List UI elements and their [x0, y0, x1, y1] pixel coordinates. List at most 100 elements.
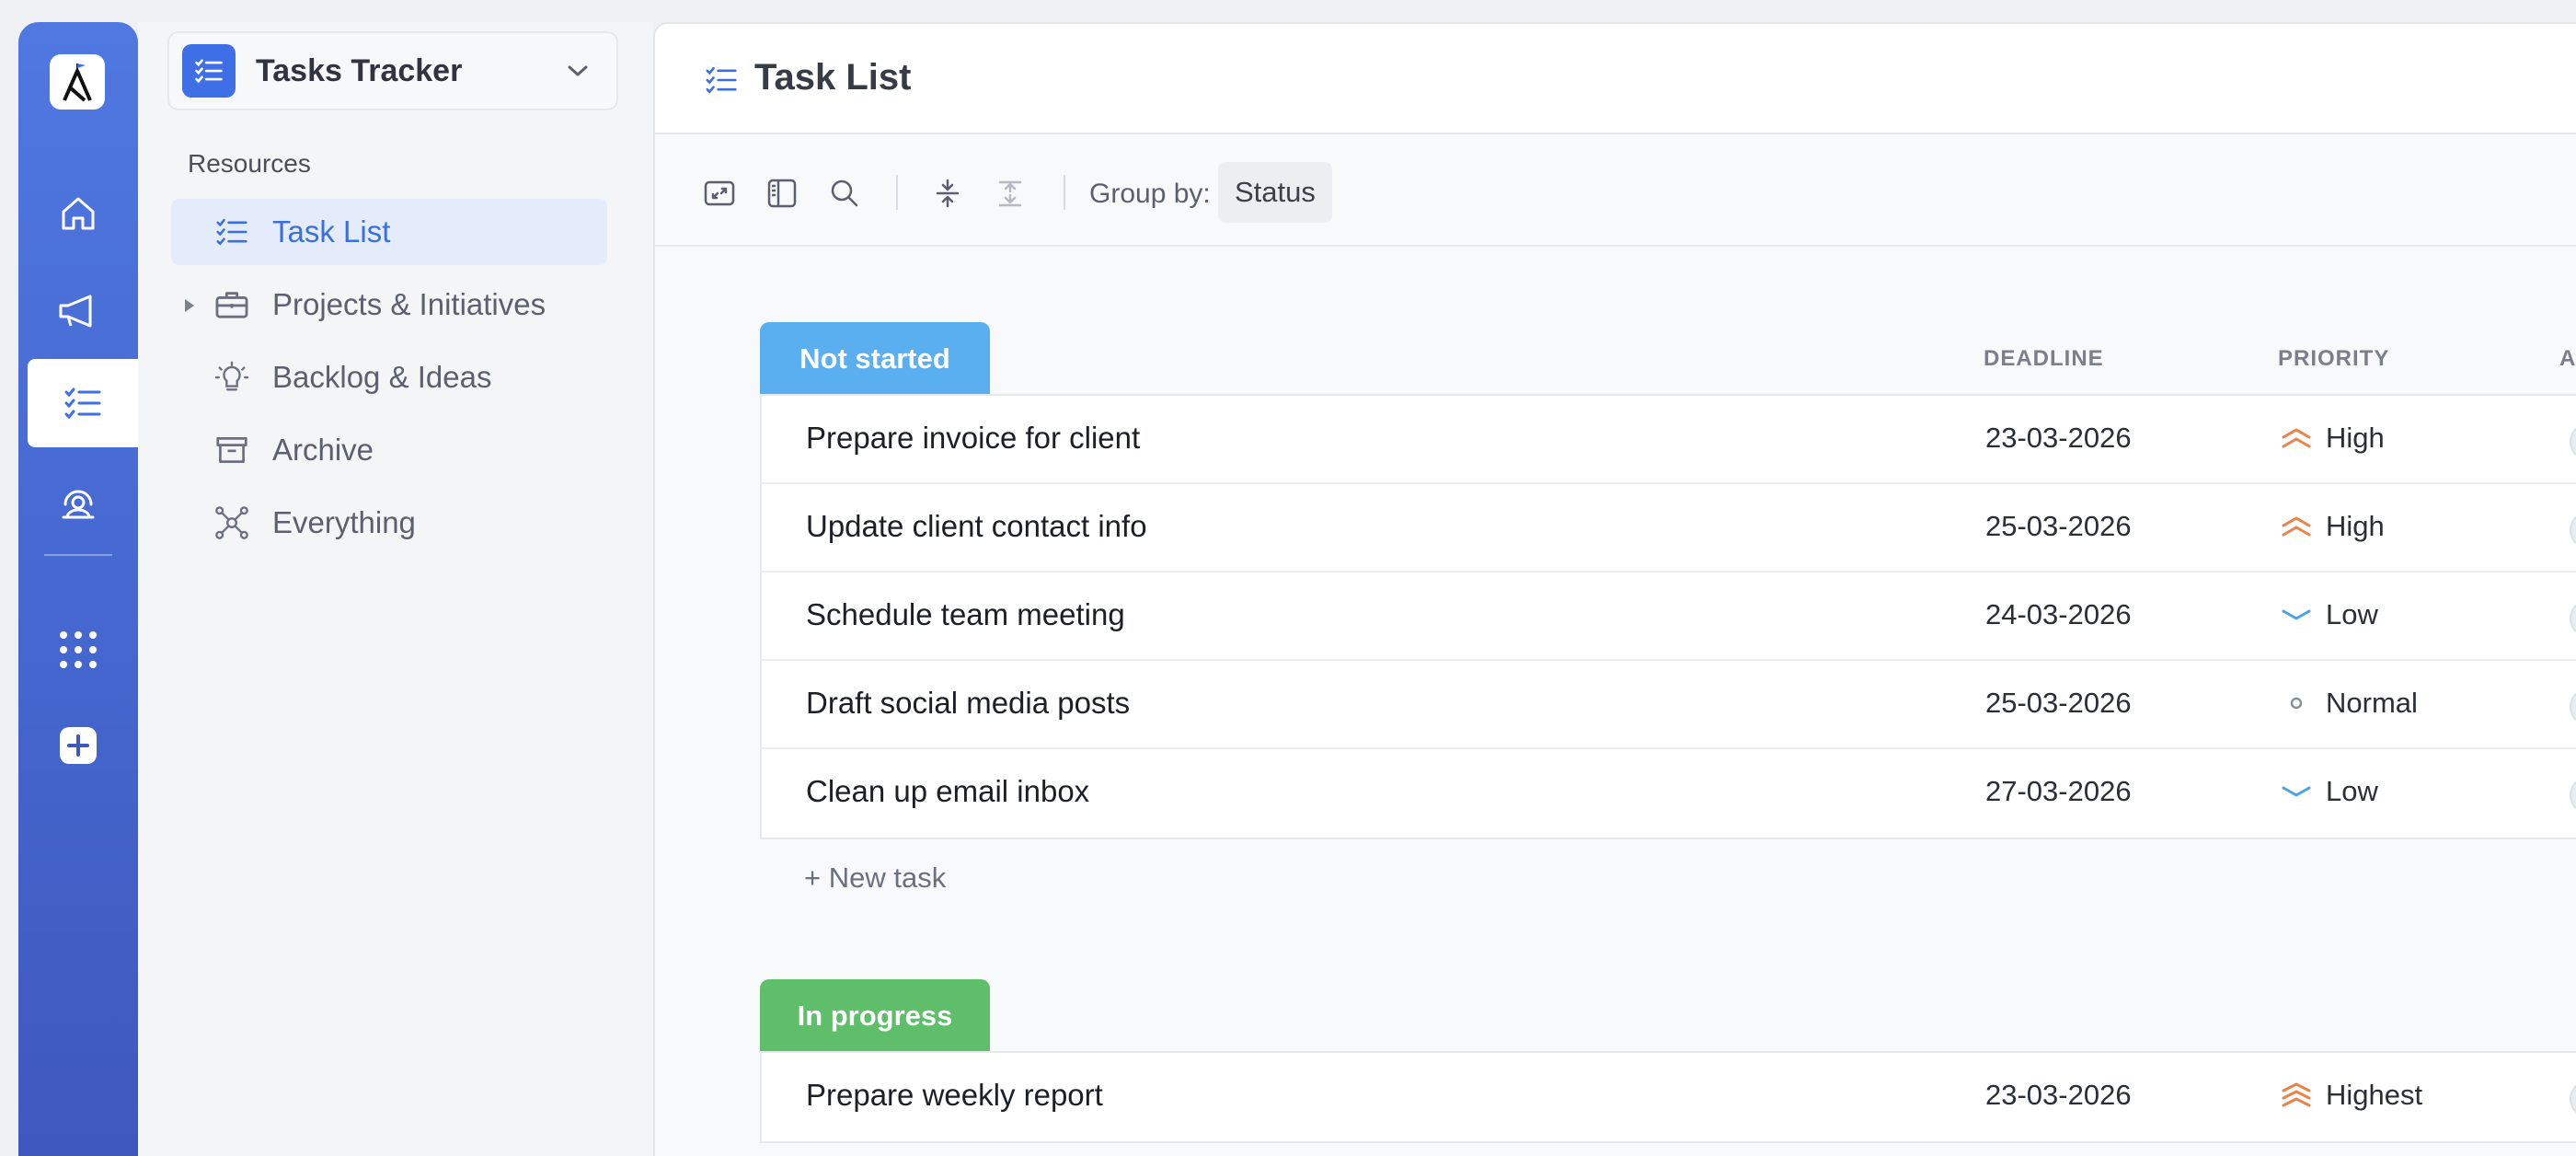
- task-priority[interactable]: Normal: [2280, 687, 2418, 720]
- table-row[interactable]: Draft social media posts 25-03-2026 Norm…: [762, 661, 2576, 749]
- task-priority[interactable]: High: [2280, 510, 2385, 543]
- group-tag-in-progress[interactable]: In progress: [760, 979, 990, 1053]
- rail-tasks-button[interactable]: [28, 359, 138, 447]
- sidebar-item-label: Everything: [272, 505, 416, 539]
- rail-apps-button[interactable]: [18, 606, 138, 694]
- task-deadline[interactable]: 24-03-2026: [1985, 598, 2132, 631]
- priority-label: High: [2326, 510, 2385, 542]
- table-row[interactable]: Prepare weekly report 23-03-2026 Highest: [762, 1053, 2576, 1141]
- task-list-icon: [195, 59, 223, 84]
- task-deadline[interactable]: 23-03-2026: [1985, 422, 2132, 455]
- task-priority[interactable]: Low: [2280, 598, 2378, 631]
- toggle-panel-button[interactable]: [762, 173, 802, 214]
- priority-highest-icon: [2280, 1081, 2313, 1109]
- task-priority[interactable]: High: [2280, 422, 2385, 455]
- priority-normal-icon: [2280, 689, 2313, 717]
- expand-caret-icon[interactable]: [182, 287, 199, 322]
- sidebar: Tasks Tracker Resources Task List Projec…: [138, 22, 653, 1156]
- headset-icon: [62, 490, 95, 519]
- task-name[interactable]: Update client contact info: [806, 509, 1147, 544]
- archive-icon: [212, 430, 252, 470]
- avatar[interactable]: [2570, 600, 2576, 637]
- toolbar: Group by: Status: [655, 136, 2576, 247]
- priority-low-icon: [2280, 778, 2313, 805]
- megaphone-icon: [59, 295, 92, 328]
- collapse-all-button[interactable]: [927, 173, 968, 214]
- priority-label: High: [2326, 422, 2385, 454]
- sidebar-item-backlog[interactable]: Backlog & Ideas: [171, 344, 607, 410]
- workspace-switcher[interactable]: Tasks Tracker: [167, 31, 618, 110]
- task-table-in-progress: Prepare weekly report 23-03-2026 Highest: [760, 1051, 2576, 1143]
- app-window: Tasks Tracker Resources Task List Projec…: [0, 0, 2576, 1156]
- sidebar-item-label: Backlog & Ideas: [272, 360, 492, 394]
- task-deadline[interactable]: 25-03-2026: [1985, 687, 2132, 720]
- sidebar-panel-icon: [767, 179, 797, 208]
- sidebar-item-label: Projects & Initiatives: [272, 287, 546, 321]
- briefcase-icon: [212, 284, 252, 325]
- graph-icon: [212, 503, 252, 543]
- rail-announcements-button[interactable]: [18, 267, 138, 355]
- avatar[interactable]: [2570, 688, 2576, 725]
- priority-label: Normal: [2326, 687, 2418, 719]
- task-list-icon: [64, 387, 101, 420]
- rail-support-button[interactable]: [18, 458, 138, 547]
- group-tag-not-started[interactable]: Not started: [760, 322, 990, 396]
- avatar[interactable]: [2570, 512, 2576, 549]
- avatar[interactable]: [2570, 1081, 2576, 1117]
- column-header-assignee[interactable]: A: [2559, 346, 2576, 372]
- main-content: Task List Group by: Status Not started D…: [653, 22, 2576, 1156]
- task-list-icon: [212, 212, 252, 252]
- table-row[interactable]: Prepare invoice for client 23-03-2026 Hi…: [762, 396, 2576, 484]
- table-row[interactable]: Update client contact info 25-03-2026 Hi…: [762, 484, 2576, 572]
- task-name[interactable]: Prepare invoice for client: [806, 421, 1140, 456]
- task-name[interactable]: Prepare weekly report: [806, 1078, 1103, 1113]
- page-header: Task List: [655, 24, 2576, 134]
- task-deadline[interactable]: 23-03-2026: [1985, 1079, 2132, 1112]
- task-name[interactable]: Schedule team meeting: [806, 597, 1125, 632]
- sidebar-item-archive[interactable]: Archive: [171, 417, 607, 483]
- task-name[interactable]: Draft social media posts: [806, 686, 1130, 721]
- home-icon: [62, 197, 95, 230]
- sidebar-item-label: Archive: [272, 433, 374, 467]
- expand-view-button[interactable]: [699, 173, 740, 214]
- group-by-label: Group by:: [1089, 179, 1211, 209]
- task-deadline[interactable]: 25-03-2026: [1985, 510, 2132, 543]
- task-name[interactable]: Clean up email inbox: [806, 774, 1089, 809]
- task-priority[interactable]: Highest: [2280, 1079, 2422, 1112]
- expand-all-icon: [998, 180, 1022, 207]
- search-button[interactable]: [824, 173, 865, 214]
- rail-add-button[interactable]: [18, 701, 138, 790]
- group-by-select[interactable]: Status: [1218, 162, 1332, 223]
- task-priority[interactable]: Low: [2280, 775, 2378, 808]
- logo-icon: [63, 64, 92, 102]
- priority-label: Highest: [2326, 1079, 2423, 1111]
- collapse-icon: [936, 179, 960, 208]
- sidebar-item-label: Task List: [272, 214, 391, 249]
- table-row[interactable]: Schedule team meeting 24-03-2026 Low: [762, 572, 2576, 661]
- avatar[interactable]: [2570, 423, 2576, 460]
- priority-high-icon: [2280, 513, 2313, 540]
- search-icon: [831, 179, 858, 207]
- workspace-title: Tasks Tracker: [256, 52, 463, 88]
- rail-divider: [44, 554, 112, 556]
- task-table-not-started: Prepare invoice for client 23-03-2026 Hi…: [760, 394, 2576, 839]
- chevron-down-icon: [568, 65, 588, 76]
- plus-icon: [60, 727, 97, 764]
- app-logo[interactable]: [50, 54, 105, 110]
- new-task-button[interactable]: + New task: [804, 861, 946, 895]
- sidebar-item-task-list[interactable]: Task List: [171, 199, 607, 265]
- sidebar-item-everything[interactable]: Everything: [171, 490, 607, 556]
- lightbulb-icon: [212, 357, 252, 398]
- column-header-priority[interactable]: PRIORITY: [2278, 346, 2389, 372]
- task-deadline[interactable]: 27-03-2026: [1985, 775, 2132, 808]
- priority-label: Low: [2326, 775, 2378, 807]
- avatar[interactable]: [2570, 777, 2576, 814]
- apps-grid-icon: [60, 631, 97, 668]
- table-row[interactable]: Clean up email inbox 27-03-2026 Low: [762, 749, 2576, 838]
- column-header-deadline[interactable]: DEADLINE: [1984, 346, 2104, 372]
- toolbar-divider: [896, 175, 898, 210]
- rail-home-button[interactable]: [18, 169, 138, 258]
- sidebar-section-heading: Resources: [188, 149, 311, 178]
- sidebar-item-projects[interactable]: Projects & Initiatives: [171, 272, 607, 338]
- expand-all-button[interactable]: [990, 173, 1030, 214]
